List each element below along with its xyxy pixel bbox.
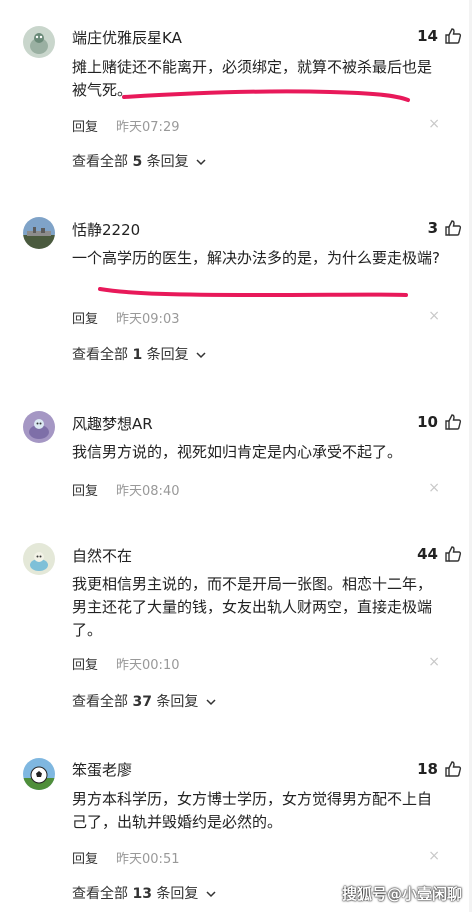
view-all-prefix: 查看全部	[72, 886, 133, 902]
close-icon[interactable]: ×	[428, 308, 440, 324]
timestamp: 昨天07:29	[116, 120, 180, 135]
view-all-suffix: 条回复	[151, 694, 199, 710]
comment-text: 一个高学历的医生，解决办法多的是，为什么要走极端?	[72, 249, 440, 267]
reply-row: 回复 昨天07:29	[72, 116, 179, 135]
reply-button[interactable]: 回复	[72, 484, 98, 499]
chevron-down-icon	[206, 699, 216, 706]
reply-button[interactable]: 回复	[72, 852, 98, 867]
underline-annotation	[98, 287, 408, 298]
avatar[interactable]	[23, 217, 55, 249]
username[interactable]: 恬静2220	[72, 219, 140, 240]
comment-text: 我信男方说的，视死如归肯定是内心承受不起了。	[72, 443, 403, 461]
thumb-up-icon[interactable]	[444, 760, 462, 778]
reply-count: 1	[132, 347, 143, 363]
timestamp: 昨天00:10	[116, 658, 180, 673]
username[interactable]: 自然不在	[72, 545, 132, 566]
close-icon[interactable]: ×	[428, 480, 440, 496]
timestamp: 昨天00:51	[116, 852, 180, 867]
avatar[interactable]	[23, 26, 55, 58]
reply-button[interactable]: 回复	[72, 658, 98, 673]
reply-row: 回复 昨天00:10	[72, 654, 179, 673]
view-all-replies-button[interactable]: 查看全部 5 条回复	[72, 151, 207, 171]
like-count: 3	[427, 219, 438, 237]
view-all-prefix: 查看全部	[72, 154, 133, 170]
view-all-prefix: 查看全部	[72, 694, 133, 710]
reply-row: 回复 昨天08:40	[72, 480, 179, 499]
username[interactable]: 风趣梦想AR	[72, 413, 153, 434]
view-all-replies-button[interactable]: 查看全部 13 条回复	[72, 883, 217, 903]
like-count: 10	[417, 413, 438, 431]
view-all-suffix: 条回复	[151, 886, 199, 902]
reply-count: 13	[132, 886, 152, 902]
reply-count: 5	[132, 154, 143, 170]
timestamp: 昨天09:03	[116, 312, 180, 327]
close-icon[interactable]: ×	[428, 848, 440, 864]
thumb-up-icon[interactable]	[444, 219, 462, 237]
comment-text: 摊上赌徒还不能离开，必须绑定，就算不被杀最后也是被气死。	[72, 58, 433, 99]
avatar[interactable]	[23, 411, 55, 443]
reply-button[interactable]: 回复	[72, 312, 98, 327]
view-all-replies-button[interactable]: 查看全部 1 条回复	[72, 344, 207, 364]
like-count: 44	[417, 545, 438, 563]
chevron-down-icon	[196, 352, 206, 359]
view-all-suffix: 条回复	[142, 154, 189, 170]
avatar[interactable]	[23, 758, 55, 790]
comment-text: 我更相信男主说的，而不是开局一张图。相恋十二年，男主还花了大量的钱，女友出轨人财…	[72, 575, 433, 639]
chevron-down-icon	[206, 891, 216, 898]
like-count: 14	[417, 27, 438, 45]
like-count: 18	[417, 760, 438, 778]
view-all-prefix: 查看全部	[72, 347, 133, 363]
reply-row: 回复 昨天00:51	[72, 848, 179, 867]
reply-row: 回复 昨天09:03	[72, 308, 179, 327]
watermark: 搜狐号@小壹闲聊	[341, 885, 462, 903]
view-all-suffix: 条回复	[142, 347, 189, 363]
thumb-up-icon[interactable]	[444, 27, 462, 45]
reply-count: 37	[132, 694, 152, 710]
avatar[interactable]	[23, 543, 55, 575]
thumb-up-icon[interactable]	[444, 545, 462, 563]
username[interactable]: 端庄优雅辰星KA	[72, 27, 182, 48]
username[interactable]: 笨蛋老廖	[72, 759, 132, 780]
reply-button[interactable]: 回复	[72, 120, 98, 135]
thumb-up-icon[interactable]	[444, 413, 462, 431]
timestamp: 昨天08:40	[116, 484, 180, 499]
close-icon[interactable]: ×	[428, 116, 440, 132]
comment-text: 男方本科学历，女方博士学历，女方觉得男方配不上自己了，出轨并毁婚约是必然的。	[72, 790, 433, 831]
chevron-down-icon	[196, 159, 206, 166]
view-all-replies-button[interactable]: 查看全部 37 条回复	[72, 691, 217, 711]
close-icon[interactable]: ×	[428, 654, 440, 670]
